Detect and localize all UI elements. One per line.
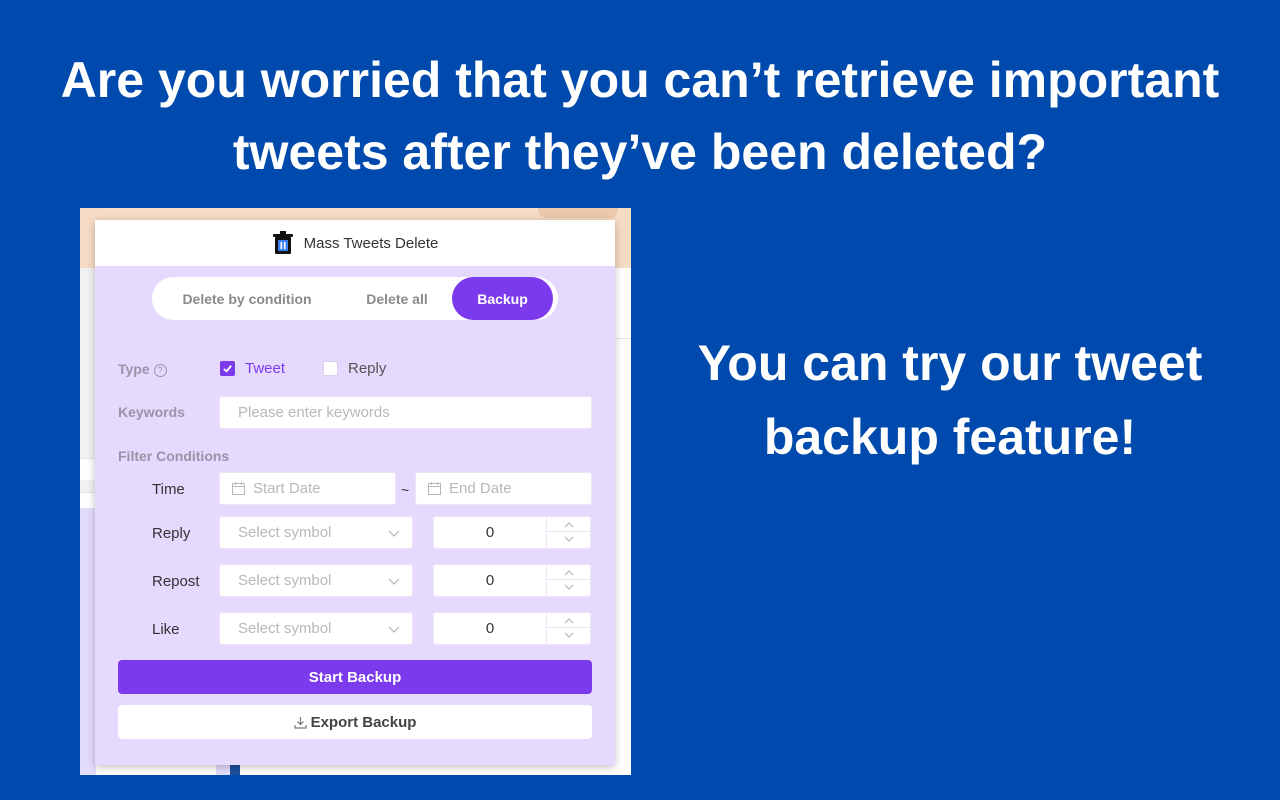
like-condition-label: Like [152,621,180,638]
reply-checkbox[interactable] [323,361,338,376]
type-label: Type? [118,361,167,377]
time-label: Time [152,481,185,498]
extension-screenshot: Mass Tweets Delete Delete by condition D… [80,208,631,775]
reply-condition-label: Reply [152,525,191,542]
trash-icon [272,231,293,254]
like-symbol-placeholder: Select symbol [238,620,332,637]
reply-decrement[interactable] [547,532,591,547]
background-divider [614,338,631,339]
end-date-placeholder: End Date [449,480,512,497]
type-option-tweet[interactable]: Tweet [220,360,285,377]
repost-condition-label: Repost [152,573,200,590]
reply-count-stepper[interactable]: 0 [433,516,591,549]
reply-symbol-select[interactable]: Select symbol [219,516,413,549]
mode-tabs: Delete by condition Delete all Backup [152,277,558,320]
chevron-down-icon [564,584,574,590]
background-page-right [614,268,631,775]
help-icon[interactable]: ? [153,364,167,377]
repost-count-controls [546,565,591,596]
chevron-down-icon [388,578,400,585]
type-label-text: Type [118,361,150,377]
chevron-down-icon [388,626,400,633]
like-count-controls [546,613,591,644]
type-option-reply[interactable]: Reply [323,360,386,377]
tweet-checkbox[interactable] [220,361,235,376]
like-increment[interactable] [547,613,591,628]
end-date-field[interactable]: End Date [415,472,592,505]
chevron-down-icon [564,536,574,542]
repost-decrement[interactable] [547,580,591,595]
keywords-input[interactable] [238,404,591,421]
reply-count-controls [546,517,591,548]
start-date-placeholder: Start Date [253,480,321,497]
date-separator: ~ [401,482,410,498]
subheadline-line-2: backup feature! [763,409,1137,465]
subheadline-line-1: You can try our tweet [697,335,1203,391]
check-icon [223,365,232,373]
background-page-left [80,268,96,775]
calendar-icon [428,482,441,495]
export-backup-label: Export Backup [310,713,417,731]
headline-line-1: Are you worried that you can’t retrieve … [60,52,1220,108]
tab-delete-all[interactable]: Delete all [342,277,452,320]
reply-option-label: Reply [348,360,387,377]
tab-delete-by-condition[interactable]: Delete by condition [152,277,342,320]
popup-title: Mass Tweets Delete [303,234,439,252]
calendar-icon [232,482,245,495]
filter-conditions-label: Filter Conditions [118,448,230,464]
repost-symbol-placeholder: Select symbol [238,572,332,589]
background-fragment [80,458,96,480]
popup-header: Mass Tweets Delete [95,220,615,266]
tab-backup[interactable]: Backup [452,277,553,320]
browser-controls [538,208,618,218]
reply-increment[interactable] [547,517,591,532]
start-backup-button[interactable]: Start Backup [118,660,592,694]
headline-line-2: tweets after they’ve been deleted? [232,124,1048,180]
keywords-field[interactable] [219,396,592,429]
chevron-down-icon [564,632,574,638]
extension-popup: Mass Tweets Delete Delete by condition D… [95,220,615,765]
reply-symbol-placeholder: Select symbol [238,524,332,541]
subheadline: You can try our tweet backup feature! [640,326,1260,474]
keywords-label: Keywords [118,404,185,420]
headline: Are you worried that you can’t retrieve … [0,44,1280,188]
like-decrement[interactable] [547,628,591,643]
chevron-up-icon [564,617,574,623]
repost-symbol-select[interactable]: Select symbol [219,564,413,597]
chevron-up-icon [564,569,574,575]
like-count-stepper[interactable]: 0 [433,612,591,645]
reply-count-value[interactable]: 0 [434,517,546,548]
tweet-option-label: Tweet [245,360,286,377]
download-icon [293,716,307,729]
export-backup-button[interactable]: Export Backup [118,705,592,739]
background-sidebar [80,508,96,775]
like-count-value[interactable]: 0 [434,613,546,644]
chevron-up-icon [564,521,574,527]
repost-increment[interactable] [547,565,591,580]
repost-count-value[interactable]: 0 [434,565,546,596]
start-date-field[interactable]: Start Date [219,472,396,505]
repost-count-stepper[interactable]: 0 [433,564,591,597]
like-symbol-select[interactable]: Select symbol [219,612,413,645]
chevron-down-icon [388,530,400,537]
